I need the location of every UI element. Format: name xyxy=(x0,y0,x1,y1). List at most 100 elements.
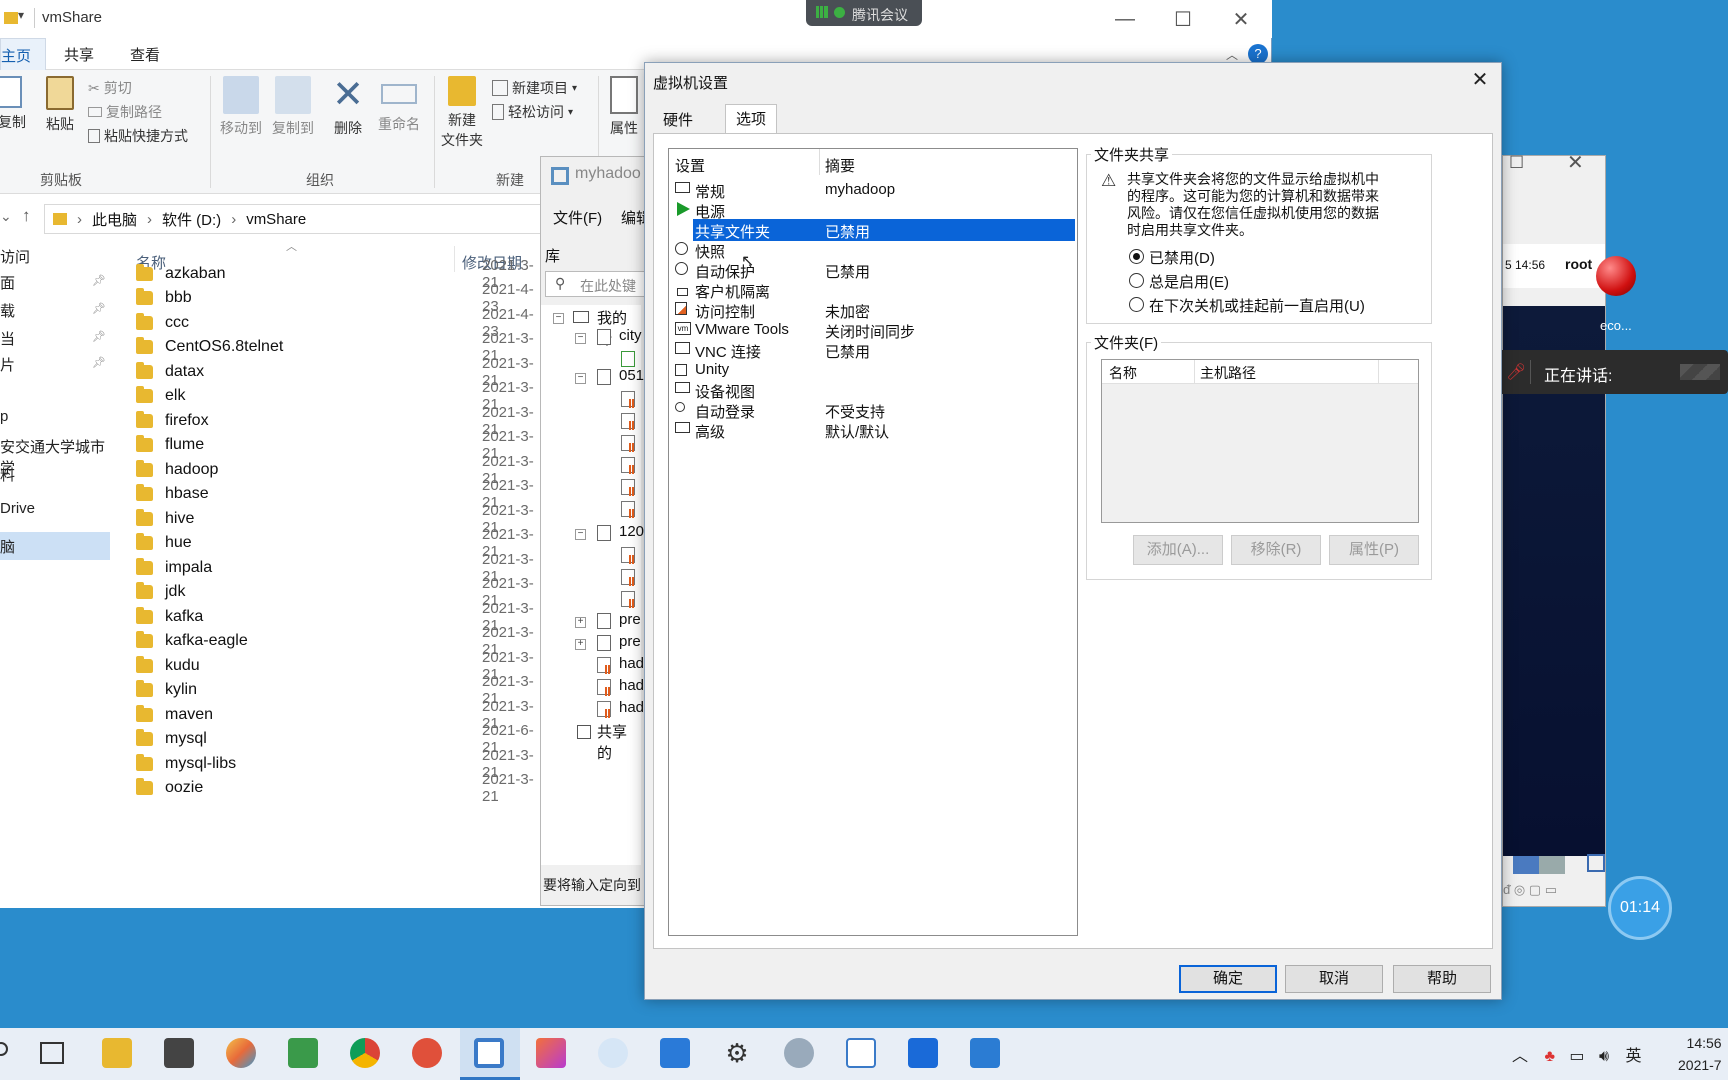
tree-collapse-icon[interactable]: − xyxy=(575,333,586,344)
help-button[interactable]: 帮助 xyxy=(1393,965,1491,993)
file-row[interactable]: hive 2021-3-21 xyxy=(136,502,536,536)
workspace-switcher-icon[interactable] xyxy=(1513,856,1539,874)
settings-row[interactable]: 设备视图 xyxy=(669,379,1077,401)
ime-app-icon[interactable]: ♣ xyxy=(1544,1048,1555,1065)
vmware-taskbar-icon[interactable] xyxy=(474,1038,504,1068)
tree-item-had-2[interactable]: had xyxy=(619,677,644,694)
file-row[interactable]: hue 2021-3-21 xyxy=(136,526,536,560)
settings-gear-icon[interactable]: ⚙ xyxy=(722,1038,752,1068)
quick-access-dropdown-icon[interactable]: ▾ xyxy=(18,8,24,22)
address-bar[interactable]: › 此电脑 › 软件 (D:) › vmShare xyxy=(44,204,564,234)
tree-item-had-3[interactable]: had xyxy=(619,699,644,716)
nav-item[interactable]: 安交通大学城市学 xyxy=(0,432,110,477)
vm-tray-icon[interactable] xyxy=(1587,854,1605,872)
taskbar-clock[interactable]: 14:56 2021-7 xyxy=(1678,1032,1722,1076)
tree-item-pre-2[interactable]: pre xyxy=(619,633,641,650)
tree-expand-icon[interactable]: + xyxy=(575,639,586,650)
file-row[interactable]: impala 2021-3-21 xyxy=(136,551,536,585)
meeting-timer[interactable]: 01:14 xyxy=(1608,876,1672,940)
settings-row[interactable]: 自动登录 不受支持 xyxy=(669,399,1077,421)
settings-row[interactable]: Unity xyxy=(669,359,1077,381)
photos-icon[interactable] xyxy=(908,1038,938,1068)
close-button[interactable]: ✕ xyxy=(1212,0,1270,38)
tree-expand-icon[interactable]: + xyxy=(575,617,586,628)
help-icon[interactable]: ? xyxy=(1248,44,1268,64)
breadcrumb-drive-d[interactable]: 软件 (D:) xyxy=(162,209,221,230)
properties-button[interactable]: 属性 xyxy=(604,70,644,138)
tab-hardware[interactable]: 硬件 xyxy=(653,106,703,132)
file-row[interactable]: CentOS6.8telnet 2021-3-21 xyxy=(136,330,536,364)
copy-button[interactable]: 复制 xyxy=(0,70,30,132)
up-arrow-icon[interactable]: ↑ xyxy=(22,206,31,226)
chrome-icon[interactable] xyxy=(350,1038,380,1068)
tree-collapse-icon[interactable]: − xyxy=(575,529,586,540)
settings-row[interactable]: 共享文件夹 已禁用 xyxy=(669,219,1077,241)
word-icon[interactable] xyxy=(970,1038,1000,1068)
breadcrumb-vmshare[interactable]: vmShare xyxy=(246,211,306,228)
intellij-icon[interactable] xyxy=(536,1038,566,1068)
settings-row[interactable]: 电源 xyxy=(669,199,1077,221)
file-row[interactable]: maven 2021-3-21 xyxy=(136,698,536,732)
collapse-ribbon-icon[interactable]: ︿ xyxy=(1226,46,1238,63)
search-icon[interactable] xyxy=(0,1042,8,1056)
maximize-button[interactable]: ☐ xyxy=(1509,153,1524,173)
rename-button[interactable]: 重命名 xyxy=(372,70,426,134)
file-explorer-taskbar-icon[interactable] xyxy=(102,1038,132,1068)
tab-home[interactable]: 主页 xyxy=(0,38,46,70)
tree-collapse-icon[interactable]: − xyxy=(575,373,586,384)
tree-item-051[interactable]: 051 xyxy=(619,367,644,384)
radio-always-enabled-label[interactable]: 总是启用(E) xyxy=(1149,271,1229,292)
tree-collapse-icon[interactable]: − xyxy=(553,313,564,324)
settings-row[interactable]: vm VMware Tools 关闭时间同步 xyxy=(669,319,1077,341)
tree-item-pre-1[interactable]: pre xyxy=(619,611,641,628)
file-row[interactable]: kafka-eagle 2021-3-21 xyxy=(136,624,536,658)
folder-properties-button[interactable]: 属性(P) xyxy=(1329,535,1419,565)
nav-item[interactable]: 脑 xyxy=(0,532,110,560)
chat-app-icon[interactable] xyxy=(598,1038,628,1068)
settings-row[interactable]: 自动保护 已禁用 xyxy=(669,259,1077,281)
settings-row[interactable]: 客户机隔离 xyxy=(669,279,1077,301)
tree-item-city[interactable]: city xyxy=(619,327,642,344)
file-row[interactable]: azkaban 2021-3-21 xyxy=(136,257,536,291)
copy-to-button[interactable]: 复制到 xyxy=(268,70,318,138)
task-view-icon[interactable] xyxy=(40,1042,64,1064)
file-row[interactable]: oozie 2021-3-21 xyxy=(136,771,536,805)
red-ball-icon[interactable] xyxy=(1596,256,1636,296)
settings-row[interactable]: 高级 默认/默认 xyxy=(669,419,1077,441)
dialog-close-button[interactable]: ✕ xyxy=(1465,67,1495,93)
settings-row[interactable]: 常规 myhadoop xyxy=(669,179,1077,201)
radio-always-enabled[interactable] xyxy=(1129,273,1144,288)
paste-shortcut-button[interactable]: 粘贴快捷方式 xyxy=(88,126,188,146)
tab-options[interactable]: 选项 xyxy=(725,104,778,134)
delete-button[interactable]: ✕ 删除 xyxy=(326,70,370,138)
new-item-button[interactable]: 新建项目 ▾ xyxy=(492,78,577,98)
settings-row[interactable]: VNC 连接 已禁用 xyxy=(669,339,1077,361)
nav-item[interactable]: 料 xyxy=(0,460,110,488)
tree-item-120[interactable]: 120 xyxy=(619,523,644,540)
calculator-icon[interactable] xyxy=(164,1038,194,1068)
workspace-switcher-icon[interactable] xyxy=(1539,856,1565,874)
nav-item[interactable]: 片 📌︎ xyxy=(0,350,110,378)
network-icon[interactable]: ▭ xyxy=(1569,1048,1584,1065)
file-row[interactable]: hbase 2021-3-21 xyxy=(136,477,536,511)
file-row[interactable]: hadoop 2021-3-21 xyxy=(136,453,536,487)
file-row[interactable]: bbb 2021-4-23 xyxy=(136,281,536,315)
recent-locations-icon[interactable]: ⌄ xyxy=(0,208,12,225)
remove-folder-button[interactable]: 移除(R) xyxy=(1231,535,1321,565)
minimize-button[interactable]: — xyxy=(1096,0,1154,38)
tree-shared-vms[interactable]: 共享的 xyxy=(597,721,641,763)
radio-disabled[interactable] xyxy=(1129,249,1144,264)
copy-path-button[interactable]: 复制路径 xyxy=(88,102,162,122)
file-row[interactable]: jdk 2021-3-21 xyxy=(136,575,536,609)
file-row[interactable]: kudu 2021-3-21 xyxy=(136,649,536,683)
tab-view[interactable]: 查看 xyxy=(130,44,160,65)
nav-item[interactable]: Drive xyxy=(0,496,110,524)
nav-item[interactable]: 载 📌︎ xyxy=(0,296,110,324)
maximize-button[interactable]: ☐ xyxy=(1154,0,1212,38)
tree-item-had-1[interactable]: had xyxy=(619,655,644,672)
shared-folders-table[interactable]: 名称 主机路径 xyxy=(1101,359,1419,523)
file-row[interactable]: elk 2021-3-21 xyxy=(136,379,536,413)
radio-disabled-label[interactable]: 已禁用(D) xyxy=(1149,247,1215,268)
breadcrumb-this-pc[interactable]: 此电脑 xyxy=(92,209,137,230)
nav-item[interactable]: p xyxy=(0,404,110,432)
